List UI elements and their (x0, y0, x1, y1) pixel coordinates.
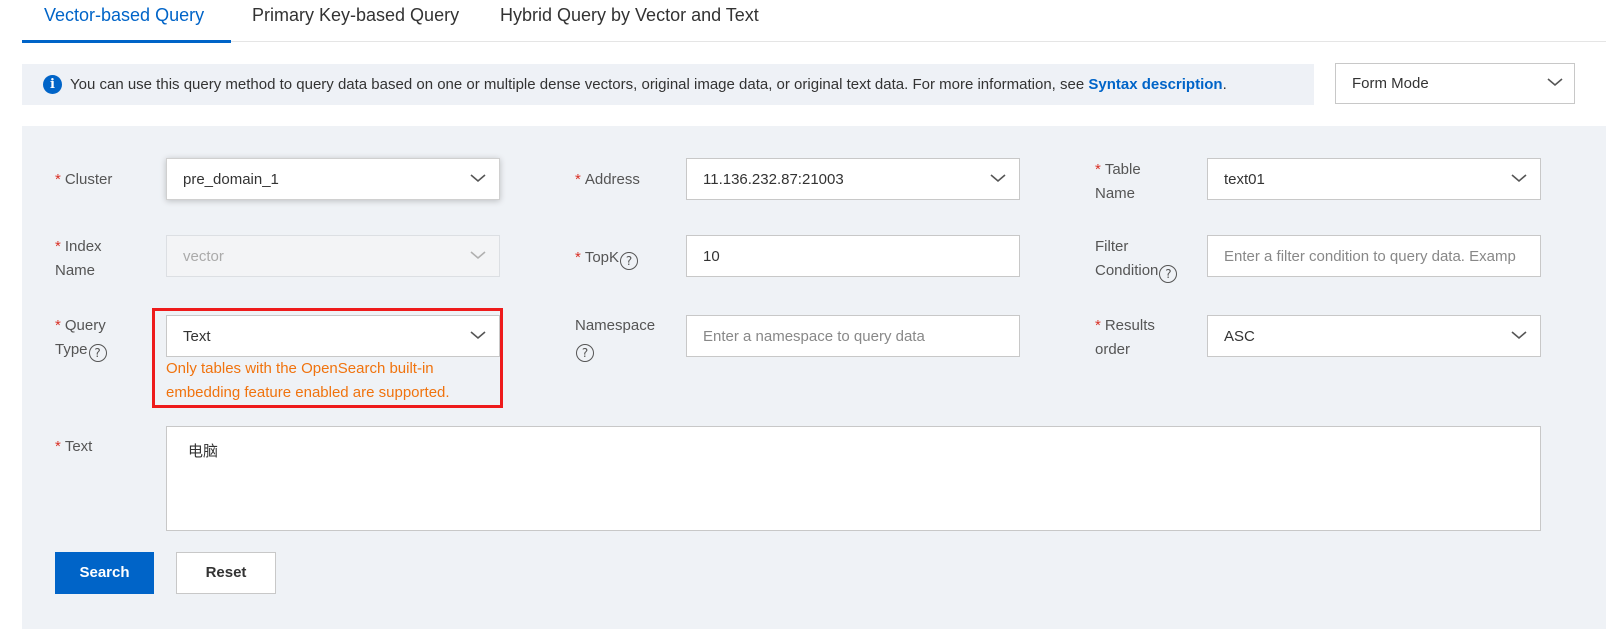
filter-condition-input[interactable]: Enter a filter condition to query data. … (1207, 235, 1541, 277)
reset-button[interactable]: Reset (176, 552, 276, 594)
topk-label: * TopK? (575, 246, 639, 270)
chevron-down-icon (470, 174, 486, 183)
text-label: * Text (55, 438, 93, 455)
help-icon[interactable]: ? (620, 252, 639, 270)
info-icon: i (43, 75, 62, 94)
index-name-label: * Index Name (55, 238, 102, 279)
cluster-value: pre_domain_1 (183, 171, 279, 188)
tab-hybrid-query[interactable]: Hybrid Query by Vector and Text (500, 0, 759, 32)
info-suffix: . (1222, 76, 1227, 93)
results-order-value: ASC (1224, 328, 1255, 345)
topk-input[interactable]: 10 (686, 235, 1020, 277)
namespace-input[interactable]: Enter a namespace to query data (686, 315, 1020, 357)
filter-condition-placeholder: Enter a filter condition to query data. … (1224, 248, 1516, 265)
index-name-select: vector (166, 235, 500, 277)
chevron-down-icon (470, 251, 486, 260)
address-value: 11.136.232.87:21003 (703, 171, 844, 188)
text-value: 电脑 (188, 443, 219, 460)
chevron-down-icon (1547, 78, 1563, 87)
namespace-placeholder: Enter a namespace to query data (703, 328, 925, 345)
active-tab-indicator (22, 40, 231, 43)
cluster-label: * Cluster (55, 171, 113, 188)
chevron-down-icon (1511, 331, 1527, 340)
help-icon[interactable]: ? (1159, 265, 1178, 283)
filter-condition-label: Filter Condition? (1095, 235, 1178, 283)
tabs-divider (22, 41, 1606, 42)
help-icon[interactable]: ? (576, 344, 594, 362)
chevron-down-icon (990, 174, 1006, 183)
table-name-select[interactable]: text01 (1207, 158, 1541, 200)
tab-primary-key-based-query[interactable]: Primary Key-based Query (252, 0, 459, 32)
text-input[interactable]: 电脑 (166, 426, 1541, 531)
results-order-select[interactable]: ASC (1207, 315, 1541, 357)
namespace-label: Namespace? (575, 317, 656, 362)
query-type-label: * Query Type? (55, 317, 107, 362)
highlight-annotation-box (152, 308, 503, 408)
topk-value: 10 (703, 248, 720, 265)
table-name-value: text01 (1224, 171, 1265, 188)
results-order-label: * Results order (1095, 317, 1155, 358)
search-button[interactable]: Search (55, 552, 154, 594)
info-banner: i You can use this query method to query… (22, 64, 1314, 105)
table-name-label: * Table Name (1095, 161, 1141, 202)
syntax-description-link[interactable]: Syntax description (1088, 76, 1222, 93)
info-message: You can use this query method to query d… (70, 76, 1089, 93)
address-label: * Address (575, 171, 640, 188)
help-icon[interactable]: ? (88, 344, 107, 362)
info-text: You can use this query method to query d… (70, 64, 1227, 106)
address-select[interactable]: 11.136.232.87:21003 (686, 158, 1020, 200)
chevron-down-icon (1511, 174, 1527, 183)
index-name-value: vector (183, 248, 224, 265)
tab-vector-based-query[interactable]: Vector-based Query (44, 0, 204, 32)
mode-select[interactable]: Form Mode (1335, 63, 1575, 104)
mode-select-value: Form Mode (1352, 75, 1429, 92)
cluster-select[interactable]: pre_domain_1 (166, 158, 500, 200)
